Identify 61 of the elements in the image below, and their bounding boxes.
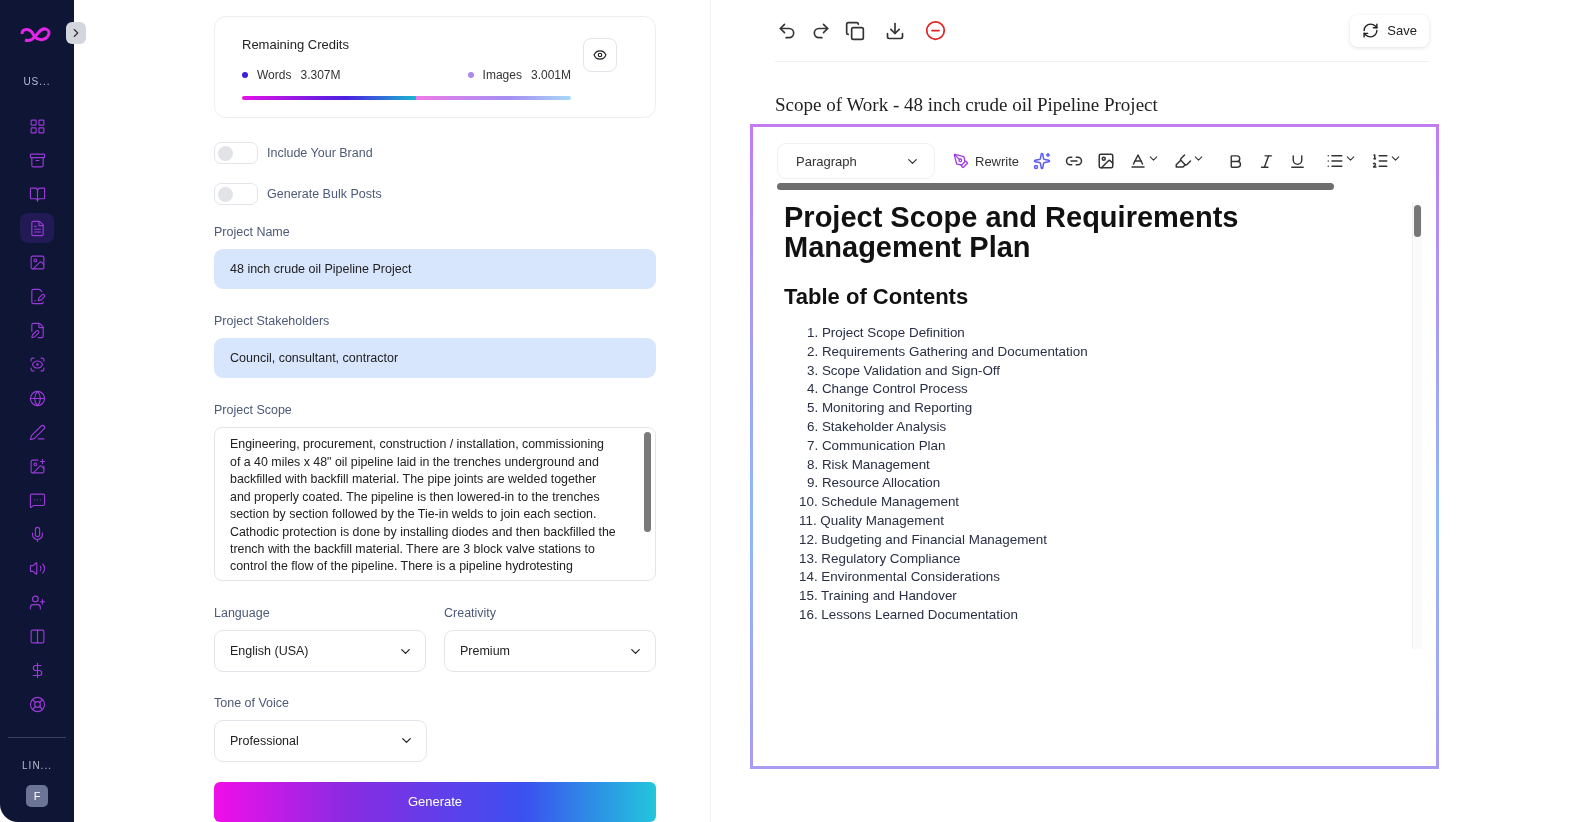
list-item: 4. Change Control Process <box>806 380 969 399</box>
field-label: Project Scope <box>214 403 293 418</box>
credits-title: Remaining Credits <box>242 37 350 52</box>
list-item: 8. Risk Management <box>806 455 931 474</box>
minus-circle-icon[interactable] <box>925 20 946 41</box>
text-area[interactable]: Engineering, procurement, construction / installation, commissioning of a 40 miles x 48" oil pipeline laid in the trenches underground and backfilled with backfill material. The pipe joints are welded together and properly coated. The pipeline is then lowered-in to the trenches section by section followed by the Tie-in welds to join each section. Cathodic protection is done by installing diodes and then backfilled the trench with the backfill material. There are 3 block valve stations to control the flow of the pipeline. There is a pipeline hydrotesting <box>214 427 656 582</box>
rewrite-button[interactable]: Rewrite <box>953 153 1020 169</box>
select-field[interactable]: English (USA) <box>214 630 426 673</box>
field-label: Project Name <box>214 224 291 239</box>
chevron-right-icon[interactable] <box>66 22 86 44</box>
list-item: 9. Resource Allocation <box>806 474 942 493</box>
list-item: 11. Quality Management <box>798 511 945 530</box>
toggle-label: Generate Bulk Posts <box>267 186 382 201</box>
credit-value: 3.001M <box>530 68 571 82</box>
list-item: 16. Lessons Learned Documentation <box>798 605 1019 624</box>
image-icon[interactable] <box>1097 152 1116 170</box>
refresh-icon <box>1362 22 1380 39</box>
download-icon[interactable] <box>885 20 905 41</box>
list-item: 3. Scope Validation and Sign-Off <box>806 361 1002 380</box>
list-item: 10. Schedule Management <box>798 493 961 512</box>
eye-button[interactable] <box>583 38 617 72</box>
workspace-label: US... <box>23 76 51 87</box>
select-field[interactable]: Premium <box>444 630 656 673</box>
avatar[interactable]: F <box>26 785 48 807</box>
input-field[interactable]: Council, consultant, contractor <box>214 338 656 379</box>
document-title: Scope of Work - 48 inch crude oil Pipeline Project <box>775 94 1159 116</box>
field-label: Creativity <box>444 606 498 621</box>
document-icon[interactable] <box>20 213 54 243</box>
underline-icon[interactable] <box>1289 152 1307 170</box>
field-label: Language <box>214 606 271 621</box>
credit-label: Images <box>482 68 522 82</box>
credit-label: Words <box>257 68 292 82</box>
list-item: 13. Regulatory Compliance <box>798 549 962 568</box>
list-item: 2. Requirements Gathering and Documentation <box>806 342 1089 361</box>
list-item: 6. Stakeholder Analysis <box>806 418 948 436</box>
eye-icon <box>593 48 607 62</box>
undo-icon[interactable] <box>777 20 797 41</box>
list-item: 5. Monitoring and Reporting <box>806 399 974 418</box>
generate-button[interactable]: Generate <box>214 781 656 822</box>
copy-icon[interactable] <box>845 20 865 41</box>
pen-icon <box>953 153 969 169</box>
workspace-label: LIN... <box>22 760 52 771</box>
list-item: 7. Communication Plan <box>806 436 947 455</box>
list-item: 15. Training and Handover <box>798 587 958 606</box>
save-button[interactable]: Save <box>1350 14 1429 47</box>
select-field[interactable]: Professional <box>214 720 427 762</box>
input-field[interactable]: 48 inch crude oil Pipeline Project <box>214 248 656 290</box>
list-item: 12. Budgeting and Financial Management <box>798 530 1048 549</box>
document-heading: Project Scope and Requirements Management Plan <box>784 202 1240 262</box>
redo-icon[interactable] <box>811 20 831 41</box>
credit-value: 3.307M <box>300 68 341 82</box>
list-item: 1. Project Scope Definition <box>806 324 966 342</box>
toggle-label: Include Your Brand <box>267 145 373 160</box>
toggle-switch[interactable] <box>214 141 258 164</box>
field-label: Project Stakeholders <box>214 314 331 329</box>
toggle-switch[interactable] <box>214 182 258 205</box>
sparkle-icon[interactable] <box>1033 152 1052 170</box>
block-type-select[interactable]: Paragraph <box>777 143 935 179</box>
section-heading: Table of Contents <box>784 284 970 310</box>
list-item: 14. Environmental Considerations <box>798 568 1001 587</box>
field-label: Tone of Voice <box>214 696 291 711</box>
